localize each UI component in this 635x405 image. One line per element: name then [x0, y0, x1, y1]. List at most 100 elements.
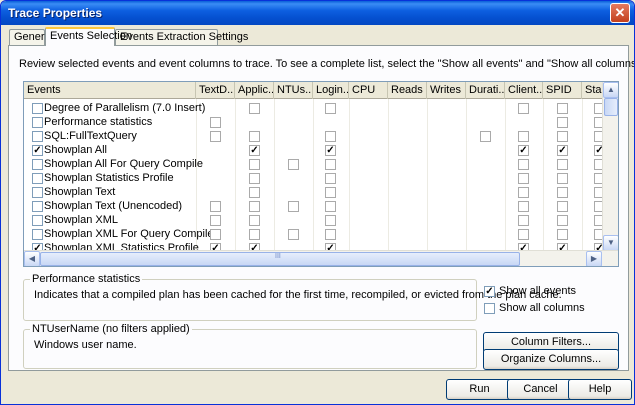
column-checkbox[interactable]	[249, 229, 260, 240]
event-select-checkbox[interactable]	[32, 215, 43, 226]
column-checkbox[interactable]	[325, 131, 336, 142]
column-checkbox[interactable]	[288, 201, 299, 212]
column-header[interactable]: CPU	[349, 82, 388, 99]
event-select-checkbox[interactable]	[32, 117, 43, 128]
column-checkbox[interactable]	[557, 215, 568, 226]
column-checkbox[interactable]	[288, 159, 299, 170]
column-checkbox[interactable]	[325, 173, 336, 184]
event-select-checkbox[interactable]	[32, 229, 43, 240]
event-row[interactable]: Showplan All	[24, 143, 605, 158]
column-checkbox[interactable]	[518, 215, 529, 226]
event-row[interactable]: Showplan Statistics Profile	[24, 171, 605, 186]
event-row[interactable]: Showplan Text	[24, 185, 605, 200]
column-checkbox[interactable]	[325, 103, 336, 114]
column-checkbox[interactable]	[557, 201, 568, 212]
event-select-checkbox[interactable]	[32, 187, 43, 198]
event-select-checkbox[interactable]	[32, 159, 43, 170]
column-checkbox[interactable]	[518, 173, 529, 184]
column-checkbox[interactable]	[249, 103, 260, 114]
help-button[interactable]: Help	[568, 379, 632, 400]
event-row[interactable]: Showplan XML	[24, 213, 605, 228]
show-all-columns-checkbox[interactable]	[484, 303, 495, 314]
column-checkbox[interactable]	[249, 145, 260, 156]
trace-properties-window: Trace Properties ✕ General Events Select…	[0, 0, 635, 405]
event-select-checkbox[interactable]	[32, 145, 43, 156]
column-checkbox[interactable]	[325, 159, 336, 170]
column-checkbox[interactable]	[518, 103, 529, 114]
column-header[interactable]: Events	[24, 82, 196, 99]
event-select-checkbox[interactable]	[32, 131, 43, 142]
tab-general[interactable]: General	[9, 29, 53, 45]
event-name: Showplan Statistics Profile	[44, 172, 174, 184]
column-checkbox[interactable]	[325, 215, 336, 226]
column-checkbox[interactable]	[557, 159, 568, 170]
close-button[interactable]: ✕	[610, 3, 630, 23]
column-header[interactable]: Durati...	[466, 82, 505, 99]
column-checkbox[interactable]	[249, 187, 260, 198]
column-checkbox[interactable]	[249, 173, 260, 184]
column-checkbox[interactable]	[210, 117, 221, 128]
horizontal-scroll-thumb[interactable]: III	[40, 252, 520, 266]
column-checkbox[interactable]	[518, 131, 529, 142]
column-header[interactable]: TextD...	[196, 82, 235, 99]
event-row[interactable]: Showplan Text (Unencoded)	[24, 199, 605, 214]
tab-events-selection[interactable]: Events Selection	[45, 27, 132, 46]
vertical-scroll-thumb[interactable]	[604, 98, 618, 116]
column-checkbox[interactable]	[557, 117, 568, 128]
event-name: Performance statistics	[44, 116, 153, 128]
event-row[interactable]: Showplan XML For Query Compile	[24, 227, 605, 242]
column-checkbox[interactable]	[325, 145, 336, 156]
event-row[interactable]: Showplan All For Query Compile	[24, 157, 605, 172]
event-select-checkbox[interactable]	[32, 103, 43, 114]
column-checkbox[interactable]	[557, 187, 568, 198]
column-description-title: NTUserName (no filters applied)	[30, 323, 192, 335]
column-checkbox[interactable]	[557, 173, 568, 184]
column-header[interactable]: Writes	[427, 82, 466, 99]
event-row[interactable]: SQL:FullTextQuery	[24, 129, 605, 144]
column-checkbox[interactable]	[249, 131, 260, 142]
column-checkbox[interactable]	[557, 229, 568, 240]
horizontal-scrollbar[interactable]: ◀ III ▶	[24, 250, 618, 266]
column-checkbox[interactable]	[518, 145, 529, 156]
event-select-checkbox[interactable]	[32, 173, 43, 184]
organize-columns-button[interactable]: Organize Columns...	[483, 349, 619, 370]
event-select-checkbox[interactable]	[32, 201, 43, 212]
event-row[interactable]: Performance statistics	[24, 115, 605, 130]
column-header[interactable]: SPID	[543, 82, 582, 99]
column-checkbox[interactable]	[480, 131, 491, 142]
scroll-left-button[interactable]: ◀	[24, 251, 40, 266]
scroll-up-button[interactable]: ▲	[603, 82, 618, 98]
column-checkbox[interactable]	[518, 187, 529, 198]
run-button[interactable]: Run	[446, 379, 513, 400]
column-checkbox[interactable]	[557, 103, 568, 114]
column-checkbox[interactable]	[325, 229, 336, 240]
column-checkbox[interactable]	[557, 131, 568, 142]
column-checkbox[interactable]	[210, 131, 221, 142]
column-checkbox[interactable]	[557, 145, 568, 156]
column-checkbox[interactable]	[518, 201, 529, 212]
vertical-scrollbar[interactable]: ▲ ▼	[602, 82, 618, 251]
column-header[interactable]: Client...	[505, 82, 543, 99]
column-checkbox[interactable]	[325, 187, 336, 198]
scroll-right-button[interactable]: ▶	[586, 251, 602, 266]
column-checkbox[interactable]	[288, 229, 299, 240]
column-checkbox[interactable]	[249, 215, 260, 226]
column-header[interactable]: NTUs...	[274, 82, 313, 99]
scroll-down-button[interactable]: ▼	[603, 235, 618, 251]
event-row[interactable]: Degree of Parallelism (7.0 Insert)	[24, 101, 605, 116]
column-checkbox[interactable]	[325, 201, 336, 212]
column-checkbox[interactable]	[210, 201, 221, 212]
title-bar[interactable]: Trace Properties ✕	[1, 1, 634, 25]
column-checkbox[interactable]	[210, 229, 221, 240]
column-checkbox[interactable]	[518, 159, 529, 170]
column-checkbox[interactable]	[249, 159, 260, 170]
events-grid[interactable]: Events TextD... Applic... NTUs... Login... CP…	[23, 81, 619, 267]
column-header[interactable]: Login...	[313, 82, 349, 99]
show-all-events-checkbox[interactable]	[484, 286, 495, 297]
cancel-button[interactable]: Cancel	[507, 379, 574, 400]
column-header[interactable]: Reads	[388, 82, 427, 99]
column-checkbox[interactable]	[210, 215, 221, 226]
column-checkbox[interactable]	[518, 229, 529, 240]
column-header[interactable]: Applic...	[235, 82, 274, 99]
column-checkbox[interactable]	[249, 201, 260, 212]
